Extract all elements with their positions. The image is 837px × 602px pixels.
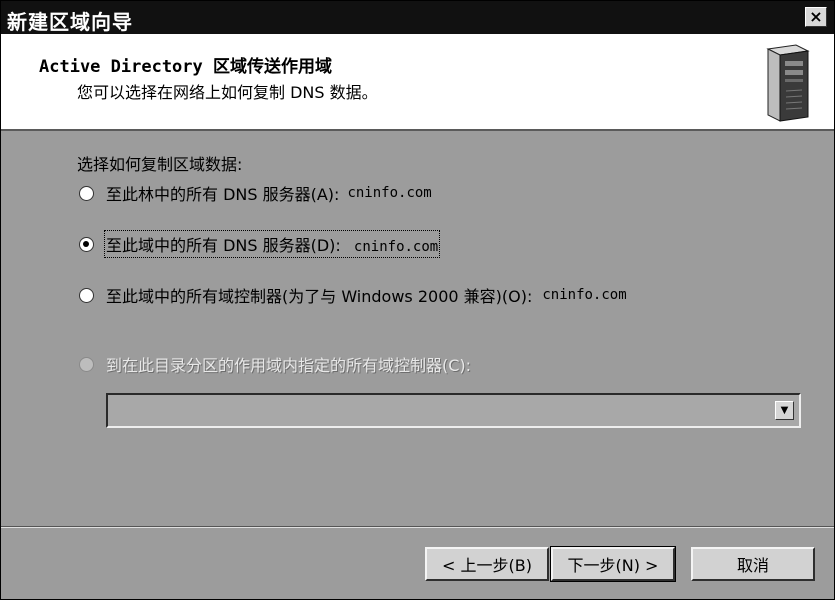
footer-separator (1, 526, 834, 528)
option-forest-dns[interactable]: 至此林中的所有 DNS 服务器(A): cninfo.com (79, 181, 432, 205)
option-partition-dc-label: 到在此目录分区的作用域内指定的所有域控制器(C): (106, 356, 472, 375)
option-partition-dc[interactable]: 到在此目录分区的作用域内指定的所有域控制器(C): (79, 352, 471, 376)
option-domain-dns[interactable]: 至此域中的所有 DNS 服务器(D): cninfo.com (79, 230, 441, 258)
next-button[interactable]: 下一步(N) > (550, 546, 676, 582)
wizard-window: 新建区域向导 × Active Directory 区域传送作用域 您可以选择在… (0, 0, 835, 600)
back-button[interactable]: < 上一步(B) (425, 547, 549, 581)
option-domain-dns-text: 至此域中的所有 DNS 服务器(D): cninfo.com (103, 230, 441, 258)
server-icon (766, 44, 810, 122)
option-forest-dns-label: 至此林中的所有 DNS 服务器(A): (106, 185, 340, 204)
chevron-down-icon: ▼ (780, 405, 789, 416)
radio-forest-dns[interactable] (79, 185, 94, 201)
page-subtitle: 您可以选择在网络上如何复制 DNS 数据。 (77, 83, 378, 102)
wizard-header: Active Directory 区域传送作用域 您可以选择在网络上如何复制 D… (1, 34, 834, 131)
close-icon: × (809, 7, 823, 26)
option-domain-dns-label: 至此域中的所有 DNS 服务器(D): (106, 236, 341, 255)
partition-dropdown[interactable]: ▼ (106, 393, 801, 428)
option-domain-dc-domain: cninfo.com (542, 287, 627, 303)
window-title: 新建区域向导 (7, 10, 133, 34)
cancel-button[interactable]: 取消 (691, 547, 815, 581)
option-forest-dns-domain: cninfo.com (347, 185, 432, 201)
title-bar[interactable]: 新建区域向导 × (1, 1, 834, 34)
option-domain-dc[interactable]: 至此域中的所有域控制器(为了与 Windows 2000 兼容)(O): cni… (79, 283, 627, 307)
radio-domain-dc[interactable] (79, 287, 94, 303)
radio-domain-dns[interactable] (79, 236, 94, 252)
dropdown-arrow-button[interactable]: ▼ (775, 401, 794, 420)
page-title: Active Directory 区域传送作用域 (39, 57, 332, 77)
replication-prompt: 选择如何复制区域数据: (77, 155, 243, 174)
radio-partition-dc[interactable] (79, 356, 94, 372)
close-button[interactable]: × (805, 7, 827, 27)
option-domain-dc-label: 至此域中的所有域控制器(为了与 Windows 2000 兼容)(O): (106, 287, 533, 306)
option-domain-dns-domain: cninfo.com (353, 239, 439, 255)
